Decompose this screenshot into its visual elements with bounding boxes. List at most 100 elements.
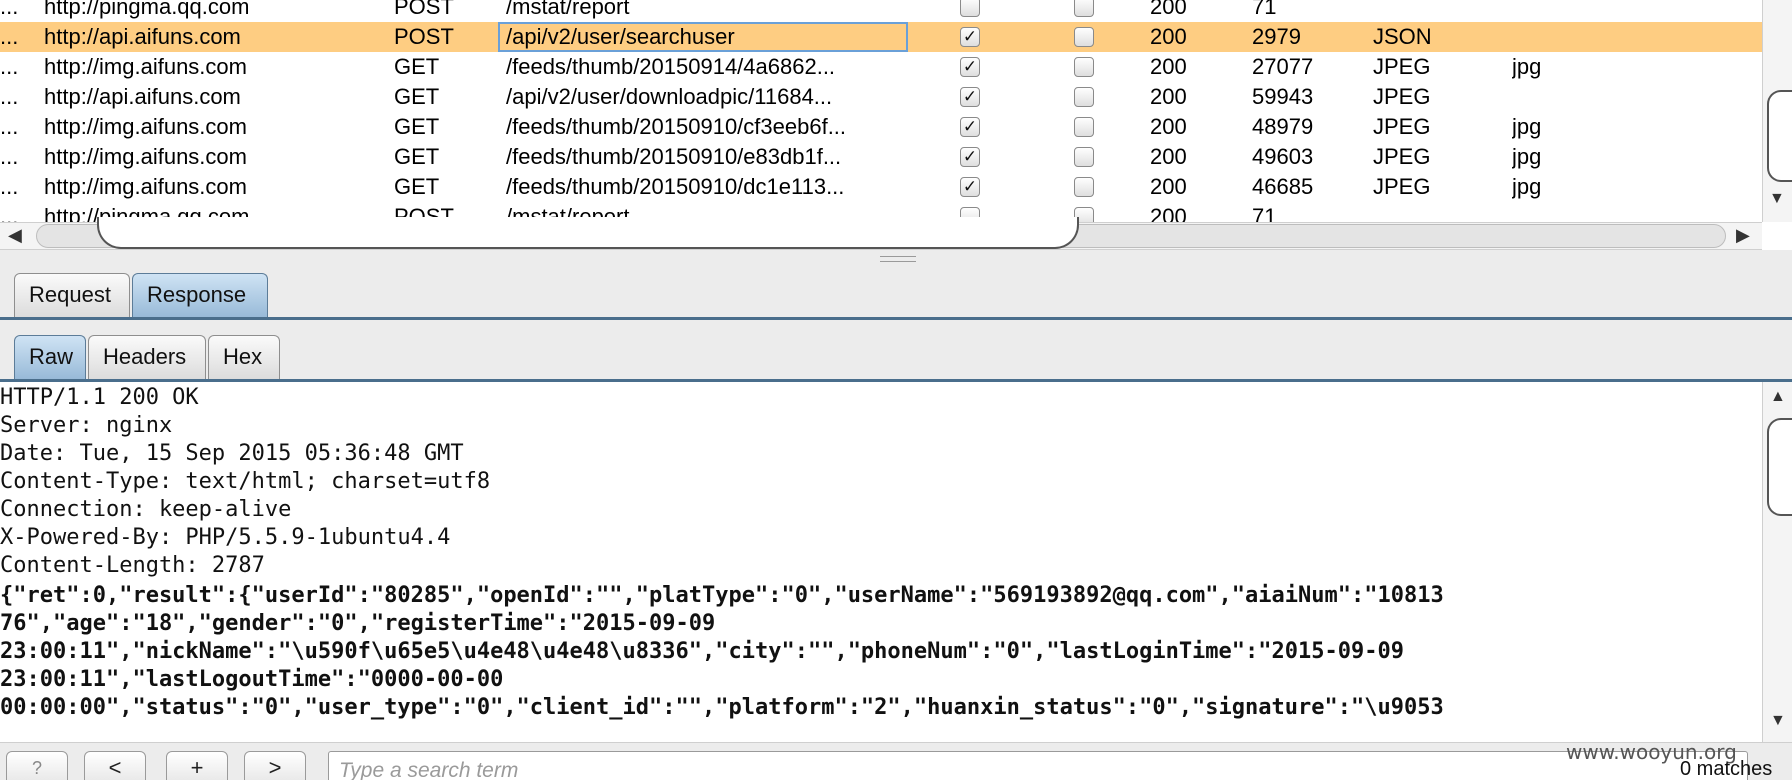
- extension-cell: jpg: [1512, 114, 1542, 139]
- table-row[interactable]: ... http://img.aifuns.com GET/feeds/thumb/…: [0, 112, 1762, 142]
- params-checkbox[interactable]: ✓: [960, 27, 980, 47]
- tab-response[interactable]: Response: [132, 273, 268, 317]
- splitter-grip-icon[interactable]: [880, 256, 916, 262]
- tab-headers[interactable]: Headers: [88, 335, 206, 379]
- method-cell: POST: [394, 24, 454, 49]
- method-cell: GET: [394, 84, 440, 109]
- host-cell: http://api.aifuns.com: [44, 84, 241, 109]
- add-button[interactable]: +: [166, 751, 228, 780]
- match-count: 0 matches: [1680, 758, 1773, 780]
- edited-checkbox[interactable]: [1074, 0, 1094, 17]
- status-cell: 200: [1150, 114, 1187, 139]
- scroll-thumb[interactable]: [1767, 90, 1792, 182]
- url-cell: /feeds/thumb/20150910/dc1e113...: [506, 174, 845, 199]
- mime-type-cell: JPEG: [1373, 84, 1431, 109]
- url-cell: /mstat/report: [506, 0, 630, 19]
- response-headers-text[interactable]: HTTP/1.1 200 OK Server: nginx Date: Tue,…: [0, 382, 1762, 580]
- scroll-left-icon[interactable]: ◀: [8, 225, 22, 246]
- table-row[interactable]: ... http://api.aifuns.com GET/api/v2/user/…: [0, 82, 1762, 112]
- length-cell: 71: [1252, 0, 1277, 19]
- table-horizontal-scrollbar[interactable]: ◀ ▶: [0, 217, 1762, 250]
- mime-type-cell: JPEG: [1373, 114, 1431, 139]
- extension-cell: jpg: [1512, 54, 1542, 79]
- scroll-up-icon[interactable]: ▲: [1770, 388, 1786, 406]
- edited-checkbox[interactable]: [1074, 57, 1094, 77]
- url-cell: /feeds/thumb/20150910/e83db1f...: [506, 144, 842, 169]
- host-cell: http://img.aifuns.com: [44, 114, 247, 139]
- host-cell: http://img.aifuns.com: [44, 54, 247, 79]
- extension-cell: jpg: [1512, 174, 1542, 199]
- params-checkbox[interactable]: ✓: [960, 147, 980, 167]
- method-cell: POST: [394, 0, 454, 19]
- tab-request[interactable]: Request: [14, 273, 130, 317]
- mime-type-cell: JPEG: [1373, 144, 1431, 169]
- mime-type-cell: JPEG: [1373, 54, 1431, 79]
- length-cell: 46685: [1252, 174, 1314, 199]
- params-checkbox[interactable]: ✓: [960, 177, 980, 197]
- mime-type-cell: [1373, 0, 1503, 22]
- status-cell: 200: [1150, 144, 1187, 169]
- table-row[interactable]: ... http://img.aifuns.com GET/feeds/thumb/…: [0, 142, 1762, 172]
- status-cell: 200: [1150, 54, 1187, 79]
- extension-cell: [1512, 22, 1592, 52]
- table-row[interactable]: ... http://img.aifuns.com GET/feeds/thumb/…: [0, 52, 1762, 82]
- message-tabs: Request Response: [0, 272, 1792, 320]
- tab-raw[interactable]: Raw: [14, 335, 86, 379]
- history-rows: ... http://pingma.qq.com POST/mstat/report…: [0, 0, 1762, 232]
- length-cell: 27077: [1252, 54, 1314, 79]
- host-cell: http://img.aifuns.com: [44, 144, 247, 169]
- scroll-track[interactable]: [36, 217, 1726, 249]
- row-number: ...: [0, 114, 19, 139]
- url-cell: /api/v2/user/searchuser: [498, 22, 908, 52]
- params-checkbox[interactable]: [960, 0, 980, 17]
- length-cell: 48979: [1252, 114, 1314, 139]
- edited-checkbox[interactable]: [1074, 87, 1094, 107]
- row-number: ...: [0, 54, 19, 79]
- row-number: ...: [0, 144, 19, 169]
- status-cell: 200: [1150, 84, 1187, 109]
- scroll-down-icon[interactable]: ▼: [1770, 712, 1786, 730]
- edited-checkbox[interactable]: [1074, 177, 1094, 197]
- table-row[interactable]: ... http://api.aifuns.com POST/api/v2/user…: [0, 22, 1762, 52]
- length-cell: 59943: [1252, 84, 1314, 109]
- search-input[interactable]: [328, 751, 1748, 780]
- length-cell: 49603: [1252, 144, 1314, 169]
- host-cell: http://pingma.qq.com: [44, 0, 250, 19]
- method-cell: GET: [394, 144, 440, 169]
- next-match-button[interactable]: >: [244, 751, 306, 780]
- status-cell: 200: [1150, 0, 1187, 19]
- extension-cell: jpg: [1512, 144, 1542, 169]
- help-button[interactable]: ?: [6, 751, 68, 780]
- url-cell: /feeds/thumb/20150910/cf3eeb6f...: [506, 114, 847, 139]
- host-cell: http://api.aifuns.com: [44, 24, 241, 49]
- table-row[interactable]: ... http://pingma.qq.com POST/mstat/report…: [0, 0, 1762, 22]
- response-editor[interactable]: HTTP/1.1 200 OK Server: nginx Date: Tue,…: [0, 382, 1762, 742]
- scroll-right-icon[interactable]: ▶: [1736, 225, 1750, 246]
- scroll-thumb[interactable]: [97, 217, 1079, 249]
- url-cell: /api/v2/user/downloadpic/11684...: [506, 84, 833, 109]
- scroll-thumb[interactable]: [1767, 418, 1792, 516]
- tab-hex[interactable]: Hex: [208, 335, 280, 379]
- view-tabs: Raw Headers Hex: [0, 330, 1792, 382]
- pane-splitter[interactable]: [0, 250, 1792, 270]
- params-checkbox[interactable]: ✓: [960, 57, 980, 77]
- burp-window: ... http://pingma.qq.com POST/mstat/report…: [0, 0, 1792, 780]
- previous-match-button[interactable]: <: [84, 751, 146, 780]
- params-checkbox[interactable]: ✓: [960, 87, 980, 107]
- editor-vertical-scrollbar[interactable]: ▲ ▼: [1762, 382, 1792, 742]
- host-cell: http://img.aifuns.com: [44, 174, 247, 199]
- scroll-down-icon[interactable]: ▼: [1769, 190, 1785, 208]
- edited-checkbox[interactable]: [1074, 27, 1094, 47]
- response-body-text[interactable]: {"ret":0,"result":{"userId":"80285","ope…: [0, 580, 1762, 722]
- edited-checkbox[interactable]: [1074, 147, 1094, 167]
- table-vertical-scrollbar[interactable]: ▼: [1762, 0, 1792, 222]
- extension-cell: [1512, 0, 1592, 22]
- params-checkbox[interactable]: ✓: [960, 117, 980, 137]
- edited-checkbox[interactable]: [1074, 117, 1094, 137]
- status-cell: 200: [1150, 24, 1187, 49]
- search-bar: ? < + >: [0, 742, 1792, 780]
- row-number: ...: [0, 84, 19, 109]
- length-cell: 2979: [1252, 24, 1301, 49]
- table-row[interactable]: ... http://img.aifuns.com GET/feeds/thumb/…: [0, 172, 1762, 202]
- mime-type-cell: JPEG: [1373, 174, 1431, 199]
